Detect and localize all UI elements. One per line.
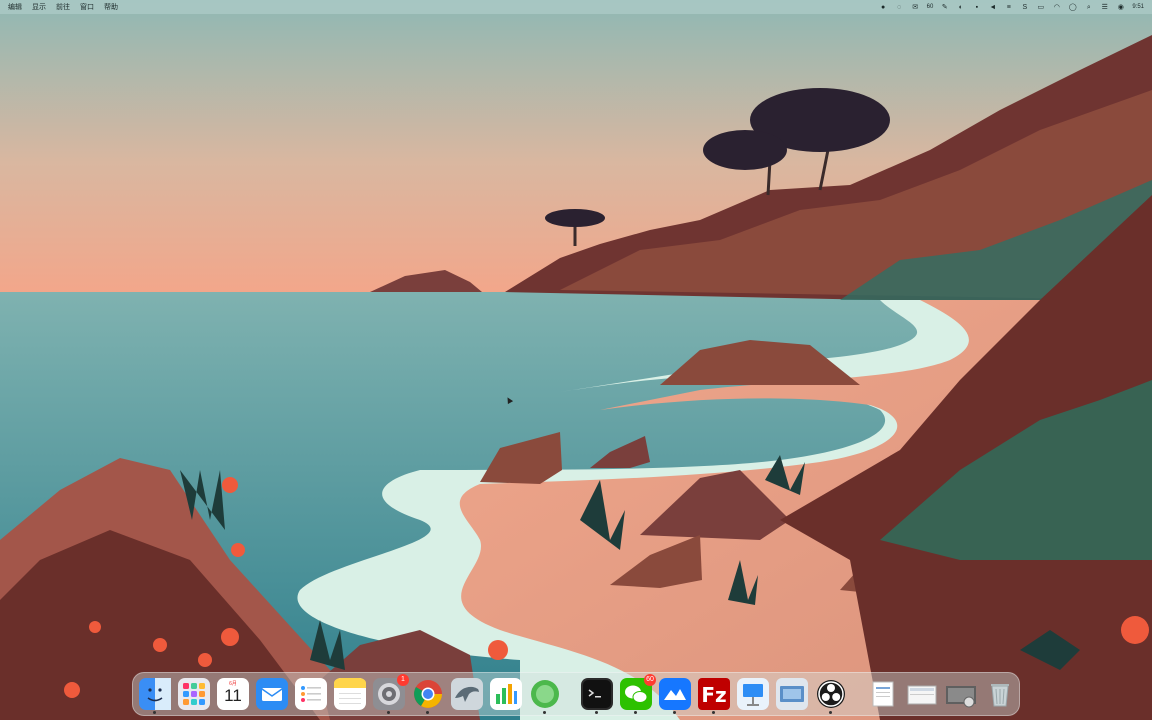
status-menu-extras: ● ◌ ✉ 60 ✎ ◐ ▪ ◄ ≡ S ▭ ◠ ◯ ⌕ ☰ ◉ 9:51 bbox=[879, 3, 1144, 12]
dock-document-stack[interactable] bbox=[867, 678, 899, 710]
dock-mail[interactable] bbox=[256, 678, 288, 710]
launchpad-icon bbox=[178, 678, 210, 710]
user-icon[interactable]: ◯ bbox=[1068, 3, 1077, 12]
search-icon[interactable]: ⌕ bbox=[1084, 3, 1093, 12]
svg-text:Fz: Fz bbox=[701, 683, 726, 707]
menu-bar: 编辑 显示 前往 窗口 帮助 ● ◌ ✉ 60 ✎ ◐ ▪ ◄ ≡ S ▭ ◠ ◯ ⌕ ☰ ◉ 9:51 bbox=[0, 0, 1152, 14]
pen-icon[interactable]: ✎ bbox=[940, 3, 949, 12]
document-stack-icon bbox=[872, 681, 894, 707]
volume-icon[interactable]: ◄ bbox=[988, 3, 997, 12]
lark-icon bbox=[659, 678, 691, 710]
keynote-icon bbox=[737, 678, 769, 710]
notification-badge: 60 bbox=[644, 674, 656, 686]
running-indicator bbox=[387, 711, 390, 714]
wifi-icon[interactable]: ◠ bbox=[1052, 3, 1061, 12]
dock-dolphin[interactable] bbox=[451, 678, 483, 710]
dock-filezilla[interactable]: Fz bbox=[698, 678, 730, 714]
downloads-stack-icon bbox=[946, 686, 976, 708]
screenshot-stack-icon bbox=[907, 685, 937, 705]
running-indicator bbox=[426, 711, 429, 714]
menu-go[interactable]: 前往 bbox=[56, 2, 70, 12]
dock-keynote[interactable] bbox=[737, 678, 769, 710]
terminal-icon bbox=[581, 678, 613, 710]
dock-launchpad[interactable] bbox=[178, 678, 210, 710]
clock-text: 9:51 bbox=[1132, 4, 1144, 10]
siri-icon[interactable]: ◉ bbox=[1116, 3, 1125, 12]
running-indicator bbox=[153, 711, 156, 714]
dock-terminal[interactable] bbox=[581, 678, 613, 714]
dock-preview[interactable] bbox=[776, 678, 808, 710]
finder-icon bbox=[139, 678, 171, 710]
running-indicator bbox=[673, 711, 676, 714]
dolphin-icon bbox=[451, 678, 483, 710]
dock-chrome[interactable] bbox=[412, 678, 444, 714]
mail-icon bbox=[256, 678, 288, 710]
headphones-icon[interactable]: ◐ bbox=[956, 3, 965, 12]
network-icon[interactable]: ≡ bbox=[1004, 3, 1013, 12]
record-icon[interactable]: ◌ bbox=[895, 3, 904, 12]
running-indicator bbox=[543, 711, 546, 714]
wechat-icon[interactable]: ✉ bbox=[911, 3, 920, 12]
dock-obs[interactable] bbox=[815, 678, 847, 714]
count-text: 60 bbox=[926, 4, 934, 10]
app-menu: 编辑 显示 前往 窗口 帮助 bbox=[8, 2, 118, 12]
message-icon[interactable]: ▪ bbox=[972, 3, 981, 12]
dock-downloads-stack[interactable] bbox=[945, 678, 977, 710]
keyboard-icon[interactable]: S bbox=[1020, 3, 1029, 12]
menu-edit[interactable]: 编辑 bbox=[8, 2, 22, 12]
battery-icon[interactable]: ▭ bbox=[1036, 3, 1045, 12]
reminders-icon bbox=[295, 678, 327, 710]
menu-help[interactable]: 帮助 bbox=[104, 2, 118, 12]
running-indicator bbox=[634, 711, 637, 714]
dock-lark[interactable] bbox=[659, 678, 691, 714]
dock-finder[interactable] bbox=[139, 678, 171, 714]
obs-icon bbox=[817, 680, 845, 708]
notes-icon bbox=[334, 678, 366, 710]
notification-badge: 1 bbox=[397, 674, 409, 686]
menu-view[interactable]: 显示 bbox=[32, 2, 46, 12]
preview-icon bbox=[776, 678, 808, 710]
dock-wechat[interactable]: 60 bbox=[620, 674, 656, 714]
desktop-wallpaper bbox=[0, 0, 1152, 720]
dock-system-preferences[interactable]: 1 bbox=[373, 674, 409, 714]
app-icon[interactable]: ● bbox=[879, 3, 888, 12]
running-indicator bbox=[712, 711, 715, 714]
numbers-icon bbox=[490, 678, 522, 710]
dock: 6月 11 1 60 Fz bbox=[132, 672, 1020, 716]
dock-reminders[interactable] bbox=[295, 678, 327, 710]
running-indicator bbox=[595, 711, 598, 714]
dock-notes[interactable] bbox=[334, 678, 366, 710]
dock-trash[interactable] bbox=[984, 678, 1016, 710]
dock-green-app[interactable] bbox=[529, 678, 561, 714]
trash-icon bbox=[991, 684, 1009, 707]
dock-calendar[interactable]: 6月 11 bbox=[217, 678, 249, 710]
menu-window[interactable]: 窗口 bbox=[80, 2, 94, 12]
dock-numbers[interactable] bbox=[490, 678, 522, 710]
calendar-day: 11 bbox=[224, 686, 242, 705]
dock-screenshot-stack[interactable] bbox=[906, 678, 938, 710]
chrome-icon bbox=[414, 680, 442, 708]
control-center-icon[interactable]: ☰ bbox=[1100, 3, 1109, 12]
app-icon bbox=[531, 680, 559, 708]
filezilla-icon: Fz bbox=[698, 678, 730, 710]
running-indicator bbox=[829, 711, 832, 714]
